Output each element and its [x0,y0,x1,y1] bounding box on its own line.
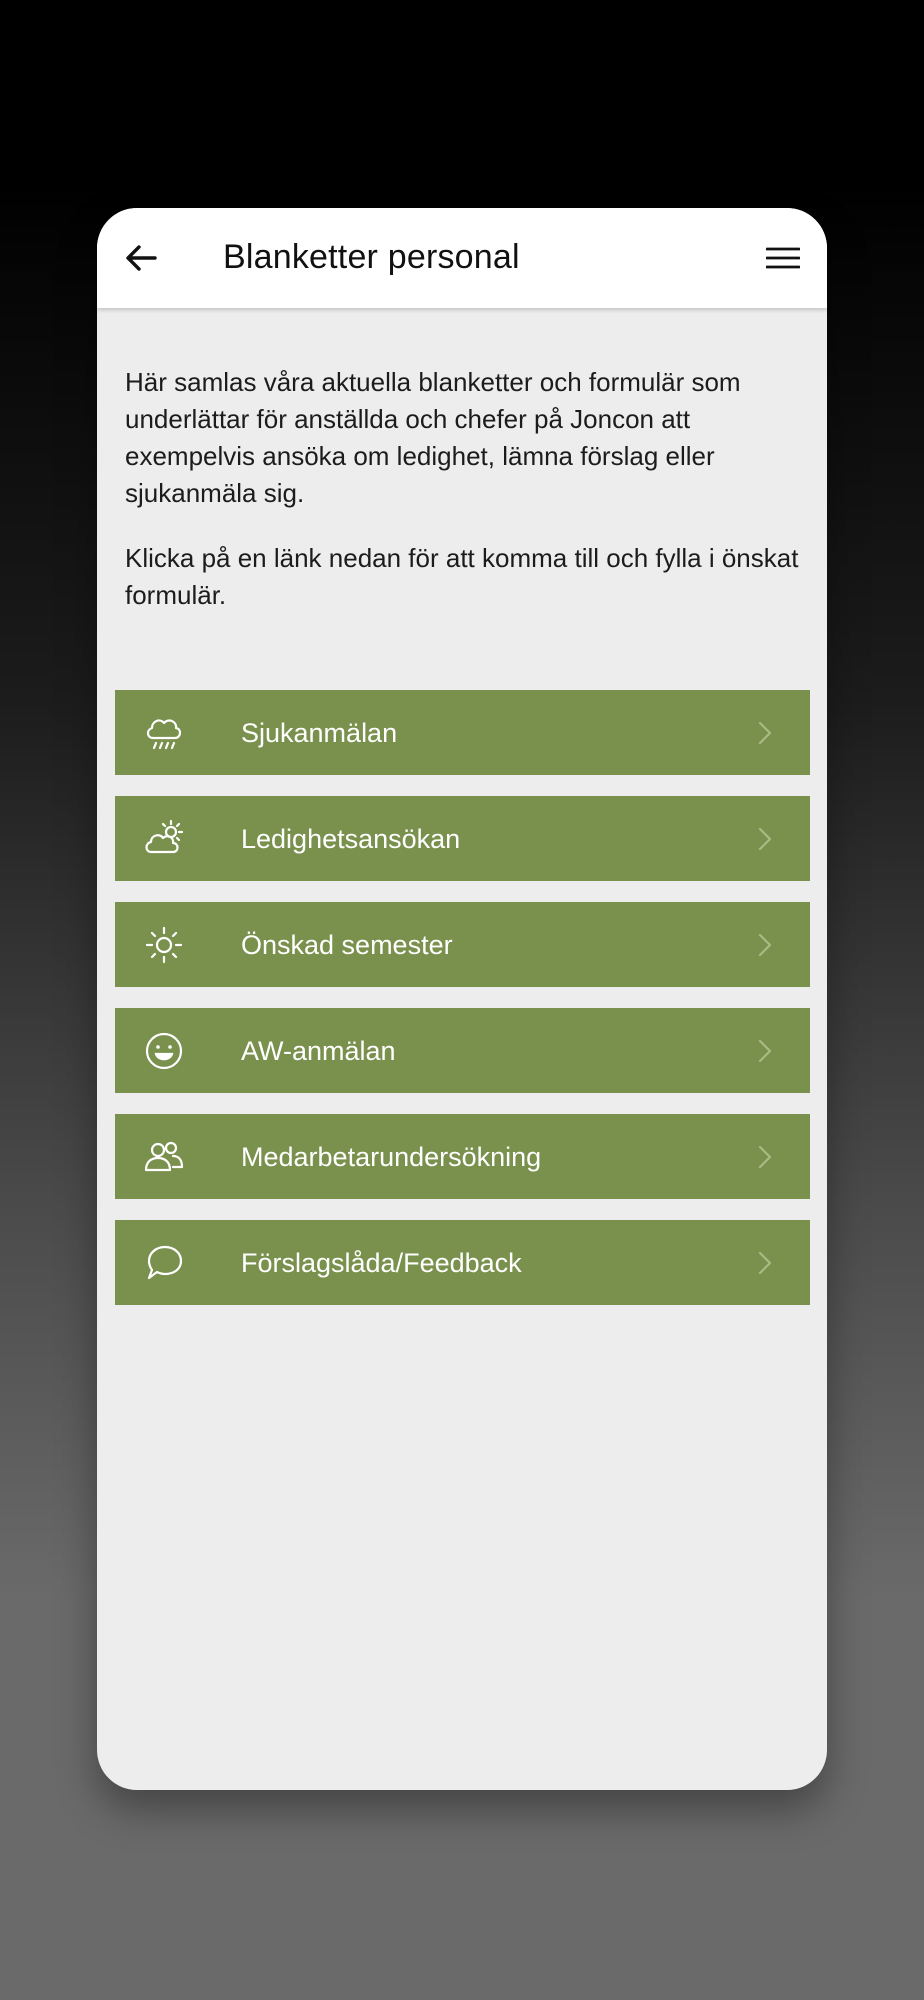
hamburger-menu-icon [766,247,800,269]
sun-icon [143,924,185,966]
app-screen: Blanketter personal Här samlas våra aktu… [97,208,827,1790]
link-aw-anmalan[interactable]: AW-anmälan [115,1008,810,1093]
page-title: Blanketter personal [223,238,520,276]
back-button[interactable] [119,236,163,280]
chevron-right-icon [754,720,776,746]
link-label: Förslagslåda/Feedback [241,1248,522,1278]
smiley-icon [143,1030,185,1072]
link-sjukanmalan[interactable]: Sjukanmälan [115,690,810,775]
chevron-right-icon [754,932,776,958]
people-icon [143,1136,185,1178]
link-label: Ledighetsansökan [241,824,461,854]
app-bar: Blanketter personal [97,208,827,308]
chevron-right-icon [754,1250,776,1276]
link-forslagslada-feedback[interactable]: Förslagslåda/Feedback [115,1220,810,1305]
form-link-list: Sjukanmälan Ledighetsansökan Önskad seme… [115,690,810,1326]
intro-paragraph: Här samlas våra aktuella blanketter och … [125,367,741,508]
menu-button[interactable] [761,236,805,280]
partly-sunny-icon [143,818,185,860]
link-medarbetarundersokning[interactable]: Medarbetarundersökning [115,1114,810,1199]
chat-bubble-icon [143,1242,185,1284]
link-onskad-semester[interactable]: Önskad semester [115,902,810,987]
chevron-right-icon [754,826,776,852]
link-label: Sjukanmälan [241,718,398,748]
intro-paragraph: Klicka på en länk nedan för att komma ti… [125,543,799,610]
link-ledighetsansokan[interactable]: Ledighetsansökan [115,796,810,881]
link-label: Medarbetarundersökning [241,1142,542,1172]
rain-cloud-icon [143,712,185,754]
arrow-left-icon [126,245,157,271]
link-label: Önskad semester [241,930,453,960]
link-label: AW-anmälan [241,1036,396,1066]
chevron-right-icon [754,1144,776,1170]
intro-text: Här samlas våra aktuella blanketter och … [125,364,805,642]
chevron-right-icon [754,1038,776,1064]
